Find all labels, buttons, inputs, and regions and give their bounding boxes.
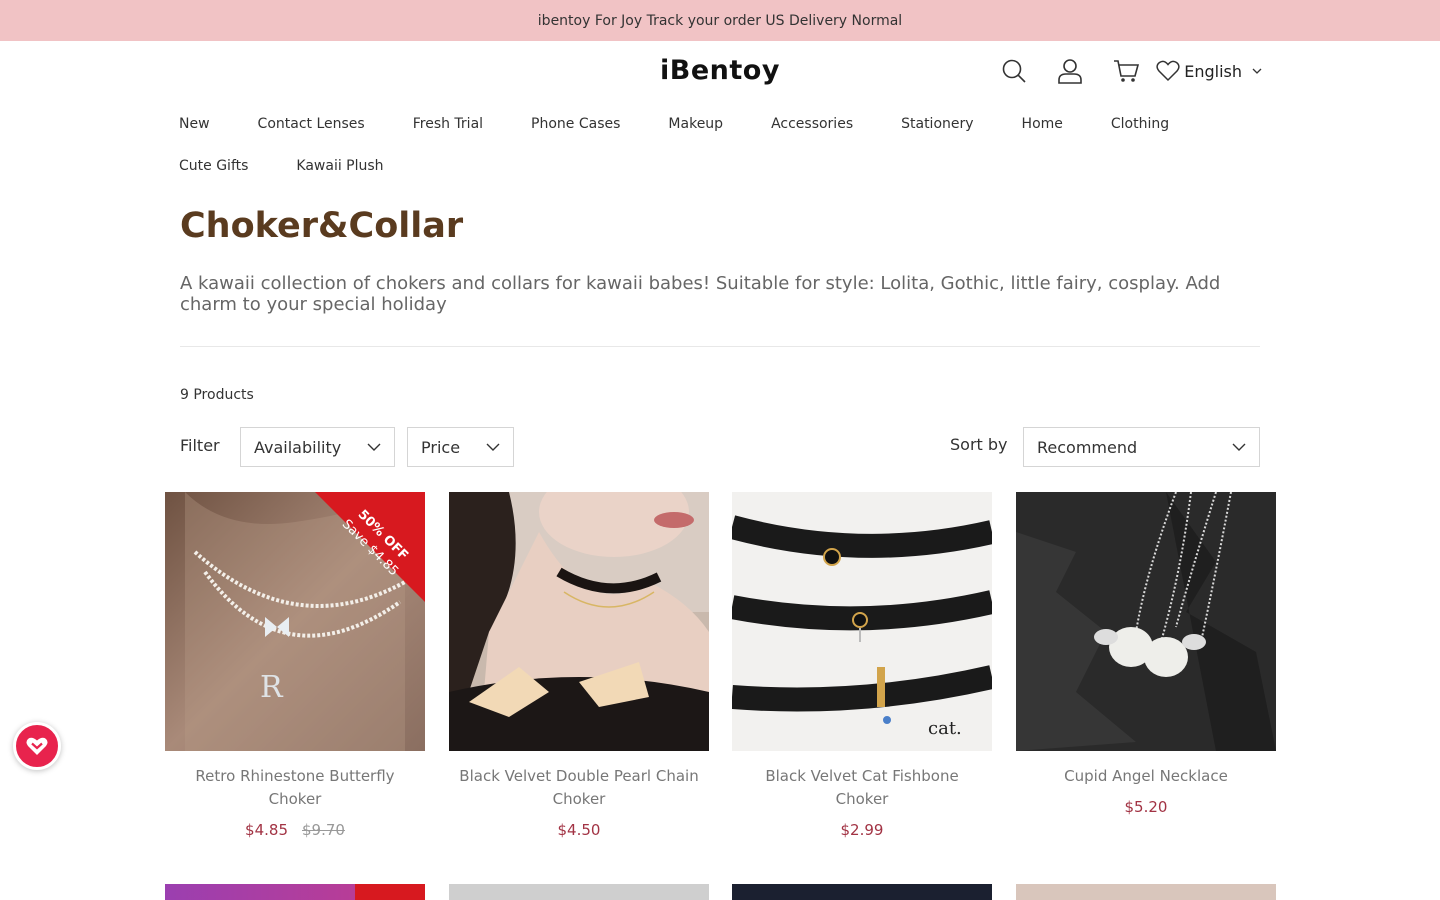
product-price-row: $4.85 $9.70 <box>165 821 425 839</box>
rewards-icon <box>26 737 48 755</box>
account-icon[interactable] <box>1056 57 1084 85</box>
chevron-down-icon <box>1232 443 1246 451</box>
nav-item-cute-gifts[interactable]: Cute Gifts <box>179 145 248 187</box>
sort-select[interactable]: Recommend <box>1023 427 1260 467</box>
main-nav: New Contact Lenses Fresh Trial Phone Cas… <box>0 103 1260 187</box>
product-price: $4.50 <box>557 821 601 839</box>
product-image[interactable] <box>165 884 425 900</box>
product-price-row: $2.99 <box>732 821 992 839</box>
cart-icon[interactable] <box>1112 57 1140 85</box>
product-image[interactable] <box>732 884 992 900</box>
product-image[interactable] <box>1016 492 1276 751</box>
wishlist-heart-icon[interactable] <box>1156 60 1180 82</box>
collection-title: Choker&Collar <box>180 206 464 246</box>
language-selector[interactable]: English <box>1156 60 1262 82</box>
product-count: 9 Products <box>180 387 254 403</box>
product-price: $2.99 <box>840 821 884 839</box>
product-title[interactable]: Cupid Angel Necklace <box>1016 765 1276 788</box>
product-price: $4.85 <box>245 821 288 839</box>
nav-item-fresh-trial[interactable]: Fresh Trial <box>413 103 483 145</box>
collection-description: A kawaii collection of chokers and colla… <box>180 273 1221 315</box>
price-filter-label: Price <box>421 437 461 457</box>
sort-label: Sort by <box>950 435 1008 454</box>
product-image[interactable]: R 50% OFF Save $4.85 <box>165 492 425 751</box>
availability-filter[interactable]: Availability <box>240 427 395 467</box>
sort-value: Recommend <box>1037 437 1138 457</box>
chevron-down-icon <box>1252 68 1262 74</box>
site-header: iBentoy English <box>0 41 1440 103</box>
nav-item-phone-cases[interactable]: Phone Cases <box>531 103 620 145</box>
product-compare-price: $9.70 <box>302 821 345 839</box>
nav-item-new[interactable]: New <box>179 103 210 145</box>
product-image[interactable] <box>449 884 709 900</box>
product-title[interactable]: Black Velvet Cat Fishbone Choker <box>732 765 992 811</box>
product-card[interactable]: R 50% OFF Save $4.85 Retro Rhinestone But… <box>165 492 425 839</box>
announcement-text: ibentoy For Joy Track your order US Deli… <box>537 12 903 29</box>
header-icons: English <box>1000 57 1262 85</box>
language-label: English <box>1184 61 1242 81</box>
nav-item-clothing[interactable]: Clothing <box>1111 103 1169 145</box>
nav-item-accessories[interactable]: Accessories <box>771 103 853 145</box>
product-card[interactable]: cat. Black Velvet Cat Fishbone Choker $2… <box>732 492 992 839</box>
product-image[interactable]: cat. <box>732 492 992 751</box>
nav-item-home[interactable]: Home <box>1022 103 1063 145</box>
chevron-down-icon <box>486 443 500 451</box>
nav-item-makeup[interactable]: Makeup <box>668 103 723 145</box>
product-price-row: $4.50 <box>449 821 709 839</box>
product-price: $5.20 <box>1124 798 1168 816</box>
product-image[interactable] <box>1016 884 1276 900</box>
divider <box>180 346 1260 347</box>
svg-text:R: R <box>260 670 284 705</box>
product-price-row: $5.20 <box>1016 798 1276 816</box>
image-caption: cat. <box>928 718 962 739</box>
filter-label: Filter <box>180 436 220 455</box>
nav-item-contact-lenses[interactable]: Contact Lenses <box>258 103 365 145</box>
product-image[interactable] <box>449 492 709 751</box>
price-filter[interactable]: Price <box>407 427 514 467</box>
rewards-button[interactable] <box>13 722 61 770</box>
product-title[interactable]: Black Velvet Double Pearl Chain Choker <box>449 765 709 811</box>
product-card[interactable]: Cupid Angel Necklace $5.20 <box>1016 492 1276 816</box>
nav-item-kawaii-plush[interactable]: Kawaii Plush <box>296 145 383 187</box>
availability-label: Availability <box>254 437 342 457</box>
product-title[interactable]: Retro Rhinestone Butterfly Choker <box>165 765 425 811</box>
announcement-bar[interactable]: ibentoy For Joy Track your order US Deli… <box>0 0 1440 41</box>
chevron-down-icon <box>367 443 381 451</box>
nav-item-stationery[interactable]: Stationery <box>901 103 973 145</box>
product-card[interactable]: Black Velvet Double Pearl Chain Choker $… <box>449 492 709 839</box>
sale-badge: 50% OFF Save $4.85 <box>315 492 425 602</box>
search-icon[interactable] <box>1000 57 1028 85</box>
